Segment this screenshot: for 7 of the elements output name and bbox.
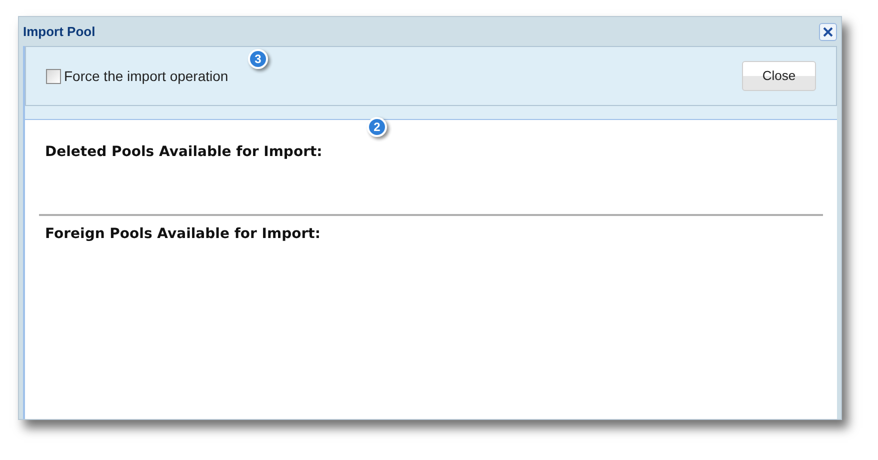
section-heading: Deleted Pools Available for Import: (44, 143, 324, 162)
close-button[interactable]: Close (742, 61, 816, 91)
checkbox-label: Force the import operation (64, 66, 228, 86)
window-title: Import Pool (23, 22, 96, 41)
checkbox[interactable] (46, 68, 61, 84)
section-heading: Foreign Pools Available for Import: (44, 225, 322, 244)
close-icon[interactable] (819, 22, 837, 40)
